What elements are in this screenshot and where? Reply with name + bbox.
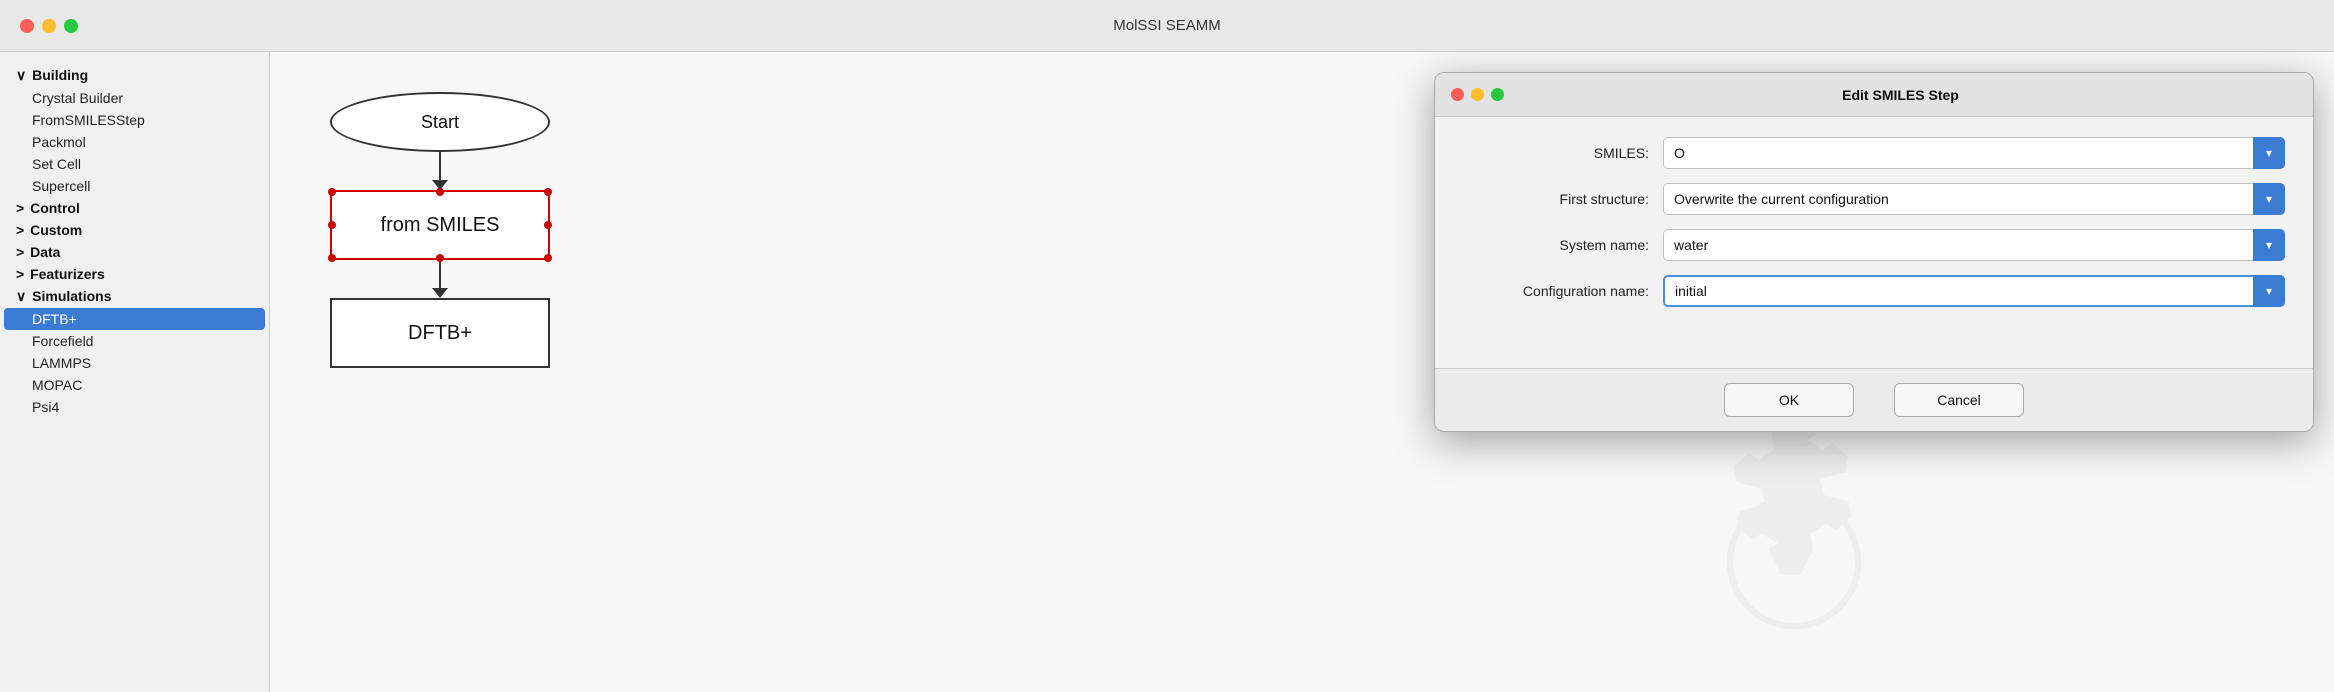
main-layout: ∨ Building Crystal Builder FromSMILESSte… bbox=[0, 52, 2334, 692]
sidebar-item-crystal-builder[interactable]: Crystal Builder bbox=[0, 87, 269, 109]
dialog-title: Edit SMILES Step bbox=[1504, 87, 2297, 103]
sidebar-item-packmol[interactable]: Packmol bbox=[0, 131, 269, 153]
sidebar-item-from-smiles-step[interactable]: FromSMILESStep bbox=[0, 109, 269, 131]
configuration-name-row: Configuration name: ▾ bbox=[1463, 275, 2285, 307]
sidebar: ∨ Building Crystal Builder FromSMILESSte… bbox=[0, 52, 270, 692]
sidebar-item-lammps[interactable]: LAMMPS bbox=[0, 352, 269, 374]
sidebar-item-set-cell[interactable]: Set Cell bbox=[0, 153, 269, 175]
dialog-titlebar: Edit SMILES Step bbox=[1435, 73, 2313, 117]
cancel-button[interactable]: Cancel bbox=[1894, 383, 2024, 417]
sidebar-item-simulations[interactable]: ∨ Simulations bbox=[0, 285, 269, 308]
arrow-custom: > bbox=[16, 222, 24, 238]
configuration-name-label: Configuration name: bbox=[1463, 283, 1663, 299]
sidebar-item-psi4[interactable]: Psi4 bbox=[0, 396, 269, 418]
first-structure-select[interactable]: Overwrite the current configuration bbox=[1663, 183, 2285, 215]
sidebar-item-supercell[interactable]: Supercell bbox=[0, 175, 269, 197]
dialog-footer: OK Cancel bbox=[1435, 368, 2313, 431]
system-name-control: water ▾ bbox=[1663, 229, 2285, 261]
arrow-simulations: ∨ bbox=[16, 288, 26, 305]
dialog-body: SMILES: O ▾ First structure: bbox=[1435, 117, 2313, 368]
first-structure-control: Overwrite the current configuration ▾ bbox=[1663, 183, 2285, 215]
sidebar-item-featurizers[interactable]: > Featurizers bbox=[0, 263, 269, 285]
dialog-close-button[interactable] bbox=[1451, 88, 1464, 101]
arrow-control: > bbox=[16, 200, 24, 216]
smiles-row: SMILES: O ▾ bbox=[1463, 137, 2285, 169]
window-controls bbox=[20, 19, 78, 33]
dialog-maximize-button[interactable] bbox=[1491, 88, 1504, 101]
close-button[interactable] bbox=[20, 19, 34, 33]
sidebar-item-control[interactable]: > Control bbox=[0, 197, 269, 219]
titlebar: MolSSI SEAMM bbox=[0, 0, 2334, 52]
dialog-minimize-button[interactable] bbox=[1471, 88, 1484, 101]
first-structure-row: First structure: Overwrite the current c… bbox=[1463, 183, 2285, 215]
configuration-name-control: ▾ bbox=[1663, 275, 2285, 307]
smiles-control: O ▾ bbox=[1663, 137, 2285, 169]
app-title: MolSSI SEAMM bbox=[1113, 17, 1221, 34]
dialog-window-controls bbox=[1451, 88, 1504, 101]
sidebar-item-forcefield[interactable]: Forcefield bbox=[0, 330, 269, 352]
sidebar-item-mopac[interactable]: MOPAC bbox=[0, 374, 269, 396]
minimize-button[interactable] bbox=[42, 19, 56, 33]
smiles-select[interactable]: O bbox=[1663, 137, 2285, 169]
edit-smiles-dialog: Edit SMILES Step SMILES: O ▾ bbox=[1434, 72, 2314, 432]
sidebar-item-custom[interactable]: > Custom bbox=[0, 219, 269, 241]
system-name-select[interactable]: water bbox=[1663, 229, 2285, 261]
sidebar-item-data[interactable]: > Data bbox=[0, 241, 269, 263]
configuration-name-input[interactable] bbox=[1663, 275, 2285, 307]
arrow-building: ∨ bbox=[16, 67, 26, 84]
system-name-label: System name: bbox=[1463, 237, 1663, 253]
canvas-area: Start from SMILES bbox=[270, 52, 2334, 692]
ok-button[interactable]: OK bbox=[1724, 383, 1854, 417]
system-name-row: System name: water ▾ bbox=[1463, 229, 2285, 261]
dialog-overlay: Edit SMILES Step SMILES: O ▾ bbox=[270, 52, 2334, 692]
sidebar-item-dftb-plus[interactable]: DFTB+ bbox=[4, 308, 265, 330]
arrow-data: > bbox=[16, 244, 24, 260]
arrow-featurizers: > bbox=[16, 266, 24, 282]
maximize-button[interactable] bbox=[64, 19, 78, 33]
smiles-label: SMILES: bbox=[1463, 145, 1663, 161]
first-structure-label: First structure: bbox=[1463, 191, 1663, 207]
sidebar-item-building[interactable]: ∨ Building bbox=[0, 64, 269, 87]
